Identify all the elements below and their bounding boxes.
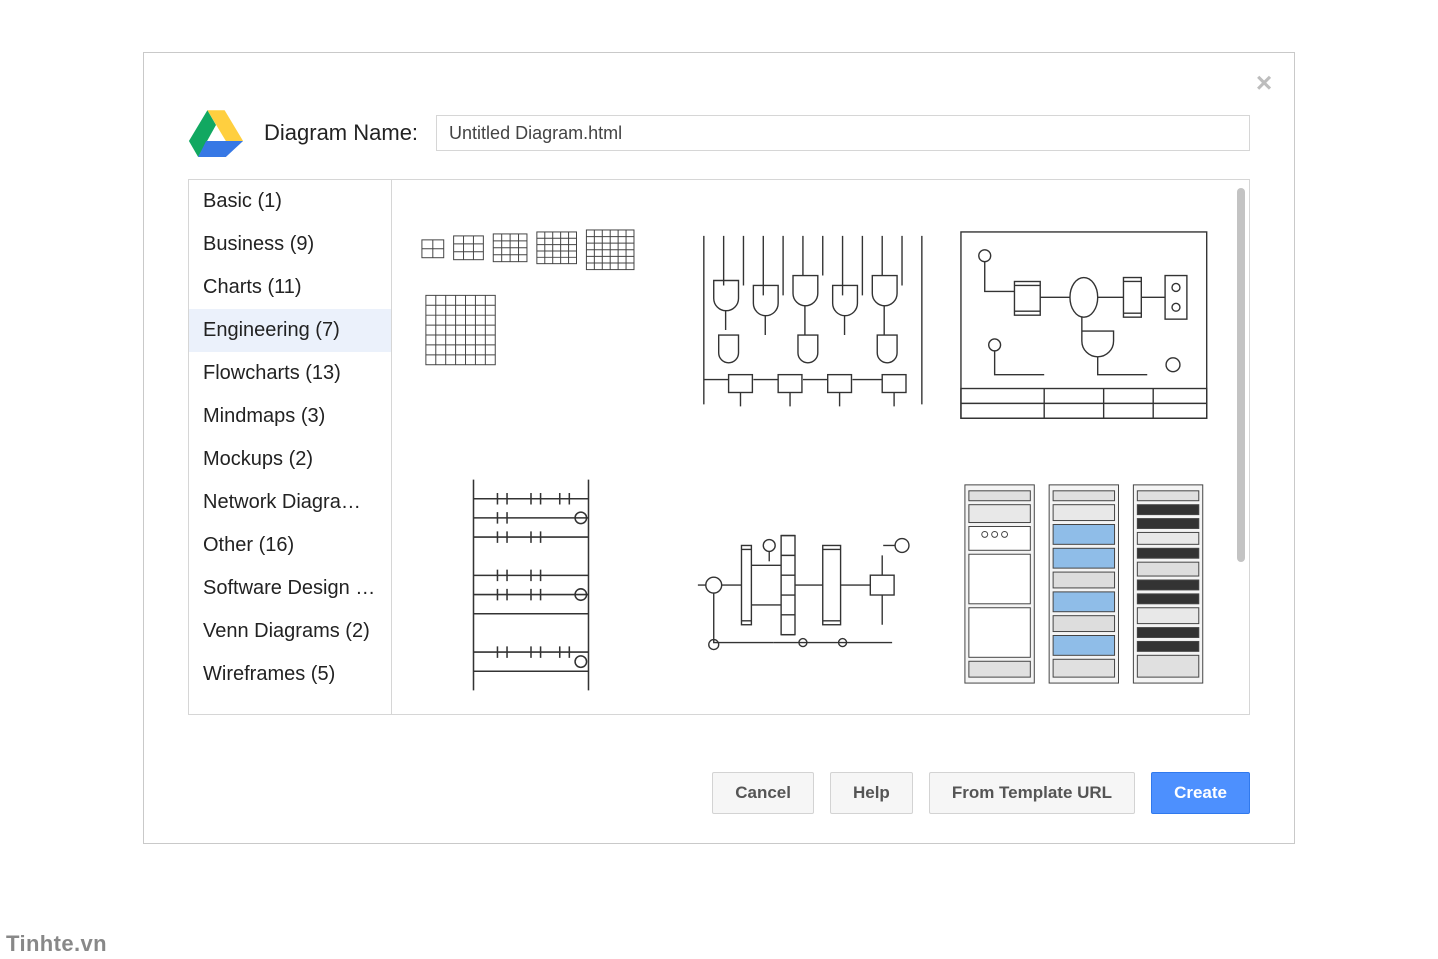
category-item[interactable]: Engineering (7) <box>189 309 391 352</box>
template-engineering-server-racks[interactable] <box>955 470 1213 700</box>
diagram-name-input[interactable] <box>436 115 1250 151</box>
from-template-url-button[interactable]: From Template URL <box>929 772 1135 814</box>
new-diagram-dialog: × Diagram Name: Basic (1)Business (9)Cha… <box>143 52 1295 844</box>
google-drive-icon <box>188 109 244 157</box>
template-engineering-grids[interactable] <box>412 210 670 440</box>
category-item[interactable]: Charts (11) <box>189 266 391 309</box>
template-gallery <box>392 179 1250 715</box>
watermark-text: Tinhte.vn <box>6 931 107 957</box>
cancel-button[interactable]: Cancel <box>712 772 814 814</box>
category-item[interactable]: Wireframes (5) <box>189 653 391 696</box>
category-item[interactable]: Mockups (2) <box>189 438 391 481</box>
category-item[interactable]: Basic (1) <box>189 180 391 223</box>
close-icon[interactable]: × <box>1250 69 1278 97</box>
category-item[interactable]: Business (9) <box>189 223 391 266</box>
dialog-header: Diagram Name: <box>188 105 1250 161</box>
dialog-footer: Cancel Help From Template URL Create <box>144 767 1294 819</box>
template-engineering-piping[interactable] <box>684 470 942 700</box>
template-engineering-process-flow[interactable] <box>955 210 1213 440</box>
gallery-scrollbar[interactable] <box>1237 188 1245 562</box>
category-item[interactable]: Network Diagram… <box>189 481 391 524</box>
category-item[interactable]: Venn Diagrams (2) <box>189 610 391 653</box>
category-item[interactable]: Software Design (… <box>189 567 391 610</box>
create-button[interactable]: Create <box>1151 772 1250 814</box>
category-item[interactable]: Mindmaps (3) <box>189 395 391 438</box>
category-item[interactable]: Flowcharts (13) <box>189 352 391 395</box>
template-engineering-circuit[interactable] <box>684 210 942 440</box>
category-item[interactable]: Other (16) <box>189 524 391 567</box>
category-sidebar: Basic (1)Business (9)Charts (11)Engineer… <box>188 179 392 715</box>
help-button[interactable]: Help <box>830 772 913 814</box>
template-engineering-ladder[interactable] <box>412 470 670 700</box>
diagram-name-label: Diagram Name: <box>264 120 418 146</box>
